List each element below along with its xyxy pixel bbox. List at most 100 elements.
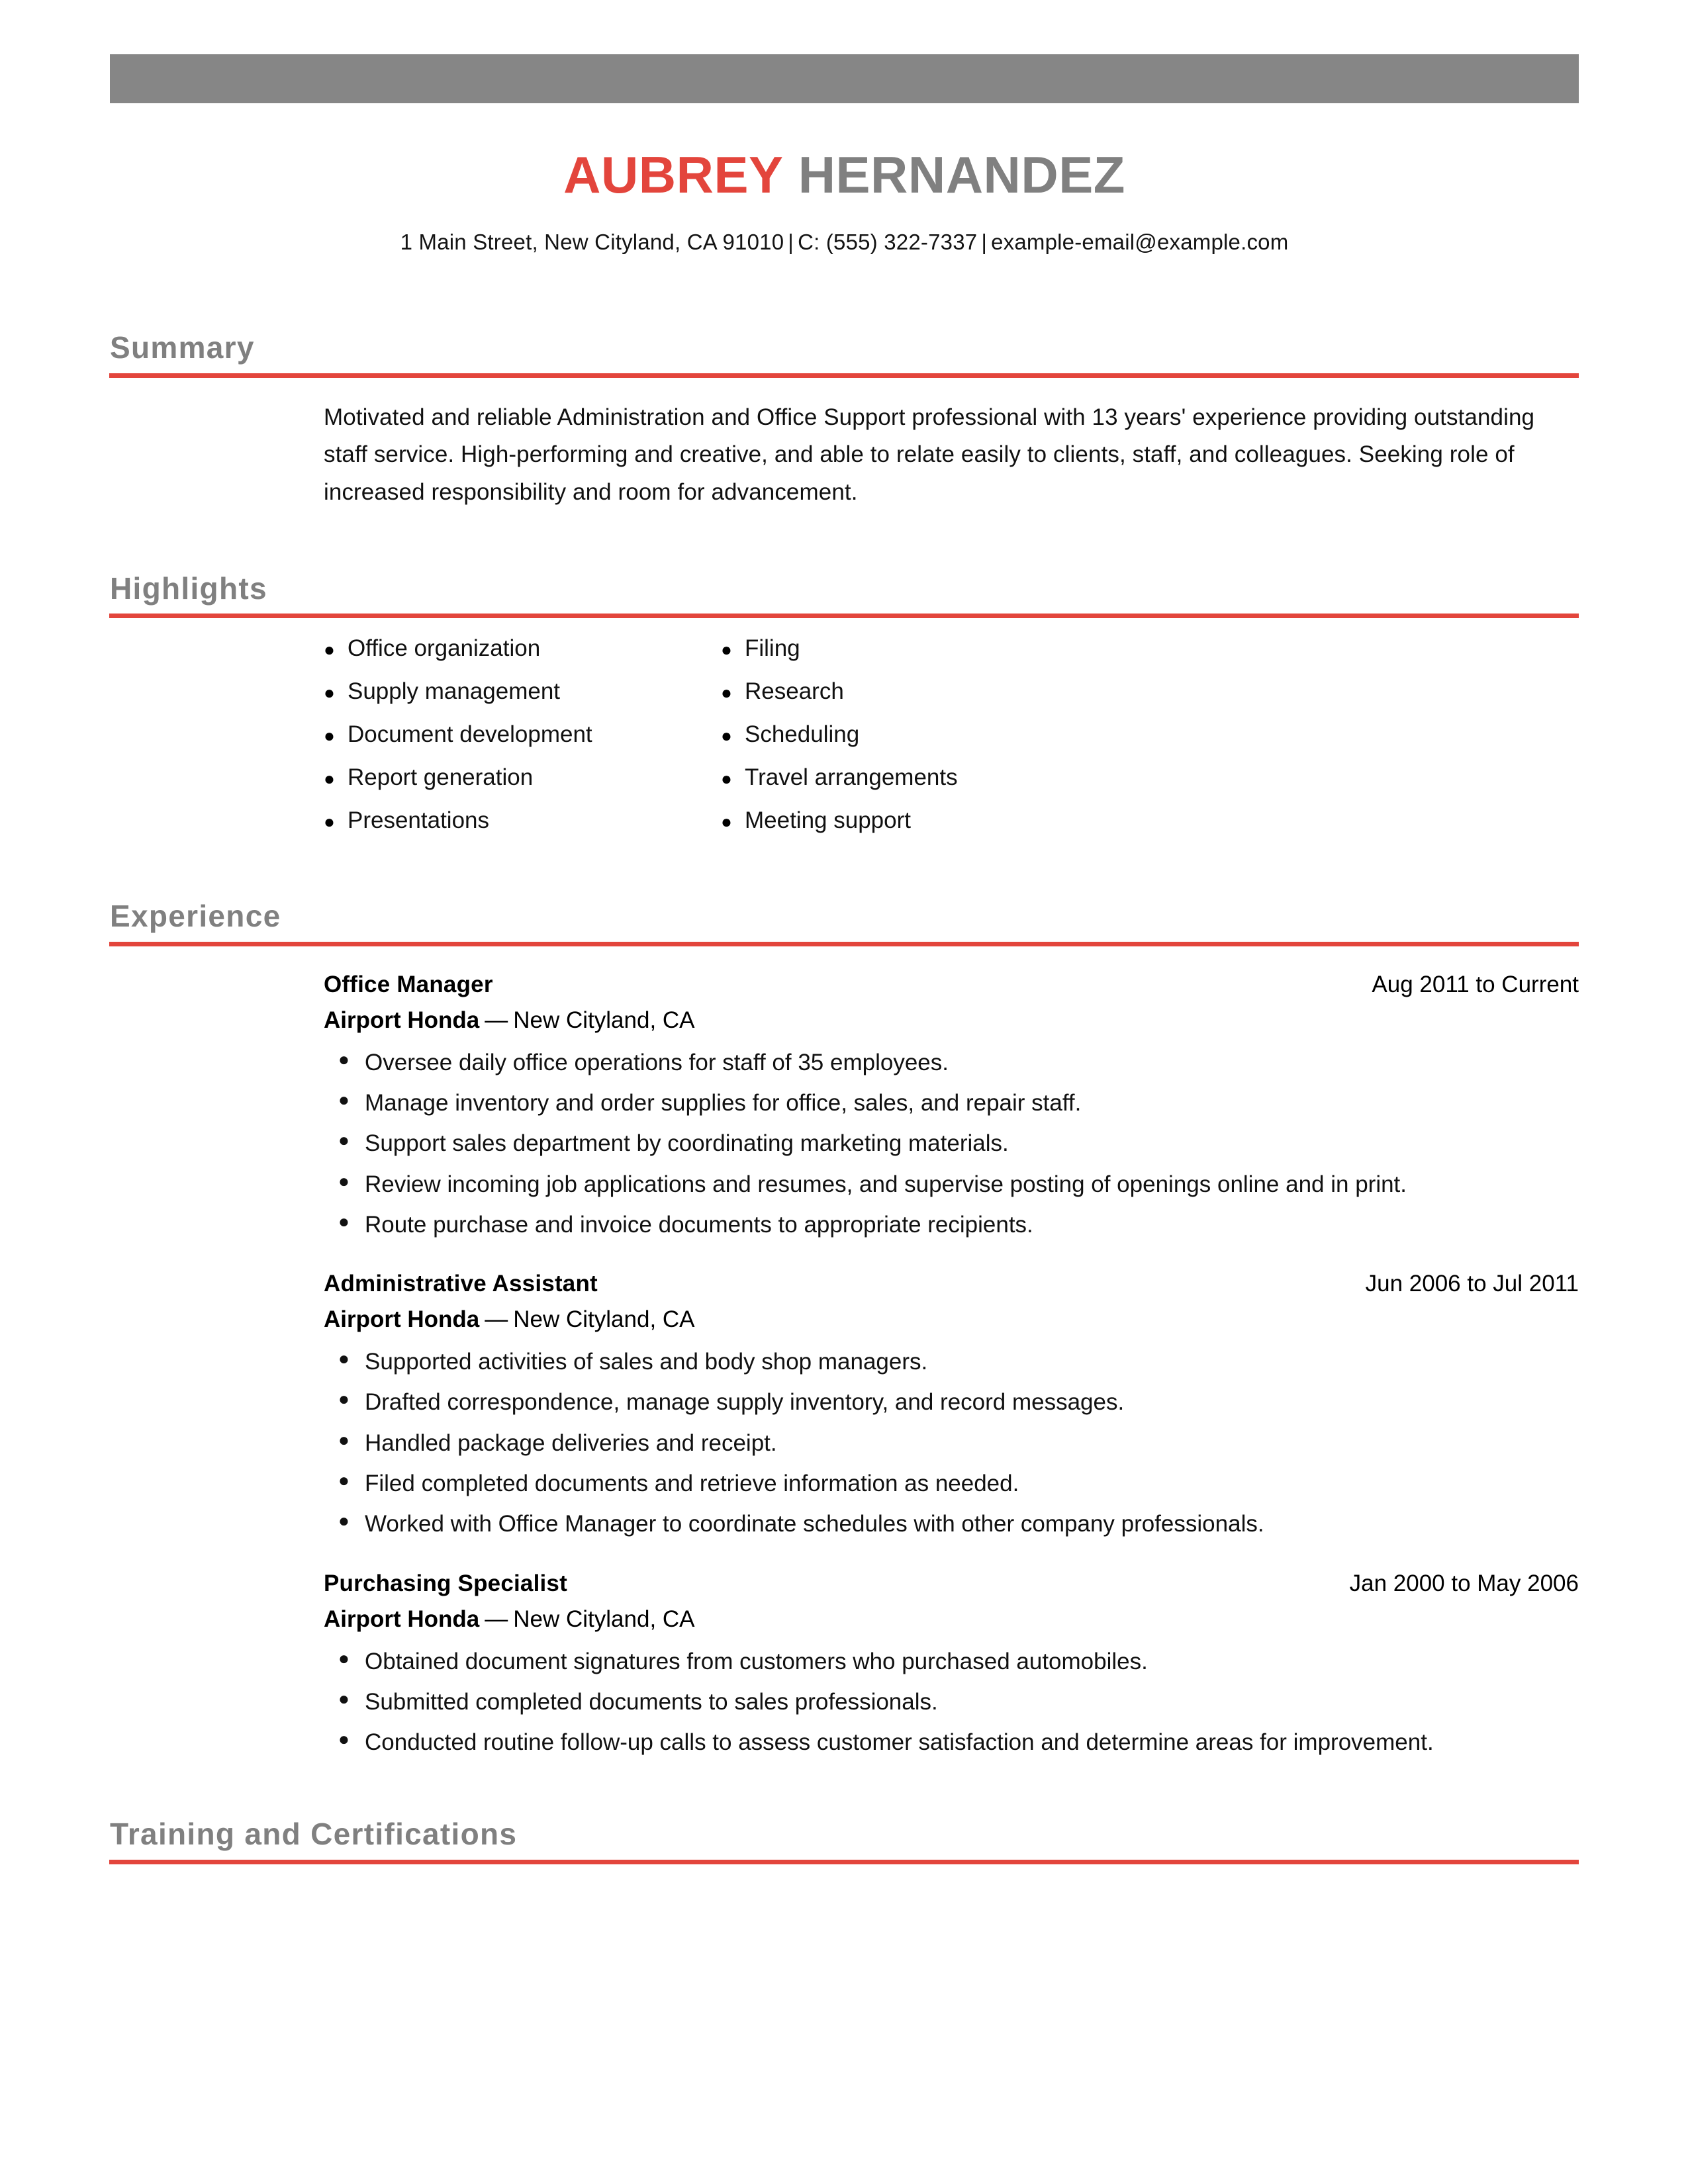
bullet-icon: ● [338, 1348, 350, 1369]
job-dash: — [485, 1007, 508, 1033]
bullet-icon: ● [338, 1130, 350, 1151]
section-highlights: Highlights ● Office organization ● Supply … [0, 570, 1688, 852]
section-title-highlights: Highlights [110, 570, 267, 606]
job-location: New Cityland, CA [513, 1306, 695, 1333]
bullet-icon: ● [324, 682, 335, 704]
job-company-line: Airport Honda — New Cityland, CA [324, 1303, 1579, 1337]
list-item: ● Supply management [324, 680, 721, 723]
bullet-text: Conducted routine follow-up calls to ass… [365, 1729, 1434, 1756]
highlight-label: Document development [348, 721, 592, 748]
resume-page: AUBREY HERNANDEZ 1 Main Street, New City… [0, 0, 1688, 2184]
list-item: ● Obtained document signatures from custo… [324, 1643, 1579, 1680]
job-header: Administrative Assistant Jun 2006 to Jul… [324, 1268, 1579, 1299]
job-header: Office Manager Aug 2011 to Current [324, 969, 1579, 1000]
highlight-label: Meeting support [745, 807, 911, 834]
list-item: ● Worked with Office Manager to coordinat… [324, 1506, 1579, 1542]
highlights-column-left: ● Office organization ● Supply management … [324, 637, 721, 852]
job-company-line: Airport Honda — New Cityland, CA [324, 1004, 1579, 1038]
highlights-columns: ● Office organization ● Supply management … [324, 637, 1688, 852]
bullet-icon: ● [721, 725, 732, 747]
list-item: ● Presentations [324, 809, 721, 852]
resume-header: AUBREY HERNANDEZ 1 Main Street, New City… [110, 149, 1579, 255]
job-dates: Jun 2006 to Jul 2011 [1365, 1271, 1579, 1297]
job-location: New Cityland, CA [513, 1007, 695, 1033]
section-title-training: Training and Certifications [110, 1817, 518, 1852]
highlight-label: Research [745, 678, 844, 705]
job-company: Airport Honda [324, 1007, 480, 1033]
list-item: ● Travel arrangements [721, 766, 1118, 809]
bullet-icon: ● [721, 811, 732, 833]
spacer-after-highlights [0, 852, 1688, 899]
section-rule-experience [109, 941, 1579, 946]
bullet-icon: ● [324, 811, 335, 833]
bullet-icon: ● [338, 1647, 350, 1668]
contact-phone: C: (555) 322-7337 [798, 230, 978, 254]
section-rule-highlights [109, 614, 1579, 619]
bullet-text: Drafted correspondence, manage supply in… [365, 1389, 1125, 1416]
list-item: ● Route purchase and invoice documents to… [324, 1206, 1579, 1243]
bullet-text: Review incoming job applications and res… [365, 1171, 1407, 1197]
highlight-label: Travel arrangements [745, 764, 958, 791]
bullet-icon: ● [338, 1089, 350, 1110]
bullet-text: Manage inventory and order supplies for … [365, 1089, 1082, 1116]
bullet-text: Obtained document signatures from custom… [365, 1648, 1148, 1674]
section-summary: Summary Motivated and reliable Administr… [0, 330, 1688, 512]
highlights-column-right: ● Filing ● Research ● Scheduling ● Travel ar… [721, 637, 1118, 852]
job-location: New Cityland, CA [513, 1606, 695, 1632]
bullet-icon: ● [338, 1048, 350, 1069]
list-item: ● Manage inventory and order supplies for… [324, 1085, 1579, 1121]
bullet-text: Supported activities of sales and body s… [365, 1349, 928, 1375]
bullet-icon: ● [721, 639, 732, 660]
bullet-text: Oversee daily office operations for staf… [365, 1049, 949, 1075]
spacer-after-experience [0, 1760, 1688, 1817]
experience-entry: Office Manager Aug 2011 to Current Airpo… [324, 969, 1579, 1243]
bullet-text: Handled package deliveries and receipt. [365, 1430, 777, 1456]
job-bullet-list: ● Oversee daily office operations for sta… [324, 1044, 1579, 1243]
section-rule-training [109, 1859, 1579, 1864]
last-name: HERNANDEZ [798, 146, 1125, 204]
section-rule-summary [109, 373, 1579, 378]
list-item: ● Conducted routine follow-up calls to as… [324, 1724, 1579, 1760]
bullet-icon: ● [324, 725, 335, 747]
highlight-label: Presentations [348, 807, 490, 834]
highlight-label: Filing [745, 635, 800, 662]
bullet-icon: ● [324, 639, 335, 660]
section-title-summary: Summary [110, 330, 255, 365]
summary-body: Motivated and reliable Administration an… [324, 399, 1579, 512]
experience-entry: Administrative Assistant Jun 2006 to Jul… [324, 1268, 1579, 1542]
contact-line: 1 Main Street, New Cityland, CA 91010 | C:… [110, 230, 1579, 255]
highlight-label: Report generation [348, 764, 534, 791]
job-title: Office Manager [324, 971, 493, 997]
bullet-text: Submitted completed documents to sales p… [365, 1688, 938, 1715]
section-training: Training and Certifications [0, 1817, 1688, 1864]
bullet-icon: ● [324, 768, 335, 790]
highlight-label: Scheduling [745, 721, 860, 748]
list-item: ● Scheduling [721, 723, 1118, 766]
experience-body: Office Manager Aug 2011 to Current Airpo… [324, 969, 1579, 1761]
job-company-line: Airport Honda — New Cityland, CA [324, 1603, 1579, 1637]
bullet-icon: ● [721, 768, 732, 790]
header-banner [110, 54, 1579, 103]
list-item: ● Review incoming job applications and re… [324, 1166, 1579, 1203]
job-bullet-list: ● Obtained document signatures from custo… [324, 1643, 1579, 1761]
bullet-text: Worked with Office Manager to coordinate… [365, 1511, 1264, 1537]
list-item: ● Supported activities of sales and body … [324, 1343, 1579, 1380]
section-experience: Experience Office Manager Aug 2011 to Cu… [0, 899, 1688, 1760]
list-item: ● Research [721, 680, 1118, 723]
list-item: ● Support sales department by coordinatin… [324, 1125, 1579, 1161]
bullet-icon: ● [721, 682, 732, 704]
list-item: ● Document development [324, 723, 721, 766]
list-item: ● Oversee daily office operations for sta… [324, 1044, 1579, 1081]
job-bullet-list: ● Supported activities of sales and body … [324, 1343, 1579, 1542]
section-title-experience: Experience [110, 899, 281, 934]
bullet-text: Route purchase and invoice documents to … [365, 1211, 1033, 1238]
candidate-name: AUBREY HERNANDEZ [110, 149, 1579, 201]
list-item: ● Handled package deliveries and receipt. [324, 1425, 1579, 1461]
bullet-icon: ● [338, 1510, 350, 1531]
list-item: ● Drafted correspondence, manage supply i… [324, 1384, 1579, 1420]
job-company: Airport Honda [324, 1306, 480, 1333]
list-item: ● Office organization [324, 637, 721, 680]
contact-email: example-email@example.com [991, 230, 1289, 254]
contact-separator-1: | [788, 230, 794, 254]
list-item: ● Filing [721, 637, 1118, 680]
